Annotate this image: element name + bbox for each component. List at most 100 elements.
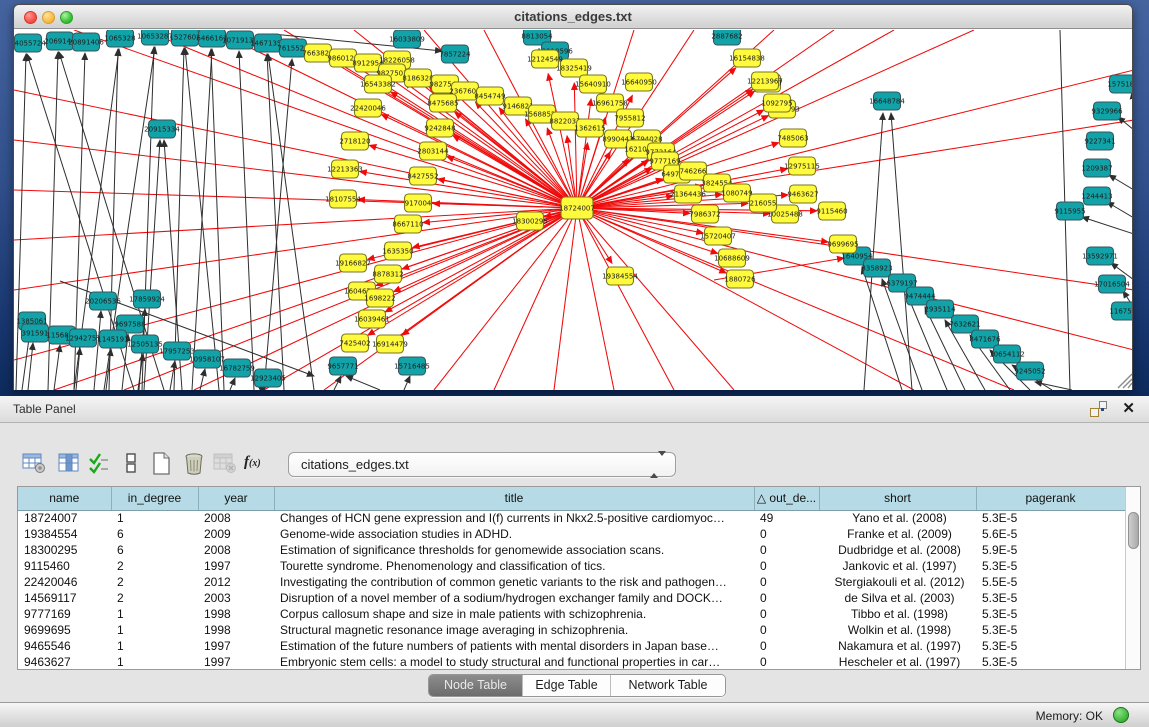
graph-node[interactable]: 8427552 xyxy=(407,167,438,185)
graph-edge[interactable] xyxy=(1035,382,1072,390)
graph-node[interactable]: 1167533 xyxy=(1109,302,1132,320)
graph-node[interactable]: 19166827 xyxy=(335,254,371,272)
graph-edge[interactable] xyxy=(577,208,1014,390)
graph-node[interactable]: 746266 xyxy=(680,162,707,180)
table-cell[interactable]: 1998 xyxy=(198,606,274,622)
column-header-year[interactable]: year xyxy=(198,487,274,510)
graph-node[interactable]: 22420046 xyxy=(350,99,386,117)
table-cell[interactable]: Disruption of a novel member of a sodium… xyxy=(274,590,754,606)
graph-node[interactable]: 7857224 xyxy=(439,45,471,63)
graph-node[interactable]: 9245052 xyxy=(1014,362,1045,380)
graph-edge[interactable] xyxy=(402,208,577,269)
graph-node[interactable]: 1575187 xyxy=(1107,75,1132,93)
graph-node[interactable]: 18724007 xyxy=(559,197,595,219)
table-cell[interactable]: 5.3E-5 xyxy=(976,654,1125,670)
graph-node[interactable]: 10654112 xyxy=(989,345,1025,363)
table-cell[interactable]: 9465546 xyxy=(18,638,111,654)
table-row[interactable]: 1872400712008Changes of HCN gene express… xyxy=(18,510,1125,526)
graph-node[interactable]: 17016504 xyxy=(1094,275,1130,293)
graph-node[interactable]: 13592971 xyxy=(1082,247,1118,265)
graph-node[interactable]: 16648784 xyxy=(869,92,905,110)
graph-node[interactable]: 2935114 xyxy=(924,300,956,318)
table-cell[interactable]: 19384554 xyxy=(18,526,111,542)
table-row[interactable]: 946554611997Estimation of the future num… xyxy=(18,638,1125,654)
table-select-dropdown[interactable]: citations_edges.txt xyxy=(288,452,676,477)
graph-node[interactable]: 7485063 xyxy=(777,129,808,147)
table-cell[interactable]: Yano et al. (2008) xyxy=(819,510,976,526)
row-height-button[interactable] xyxy=(118,452,146,478)
table-cell[interactable]: 6 xyxy=(111,526,198,542)
graph-node[interactable]: 391591 xyxy=(22,324,49,342)
table-cell[interactable]: 5.3E-5 xyxy=(976,638,1125,654)
table-row[interactable]: 911546021997Tourette syndrome. Phenomeno… xyxy=(18,558,1125,574)
graph-node[interactable]: 9463627 xyxy=(787,185,818,203)
table-cell[interactable]: 5.3E-5 xyxy=(976,510,1125,526)
graph-node[interactable]: 1145191 xyxy=(97,330,128,348)
graph-node[interactable]: 9227341 xyxy=(1084,132,1115,150)
graph-node[interactable]: 9242848 xyxy=(424,119,455,137)
graph-edge[interactable] xyxy=(577,99,591,208)
table-cell[interactable]: 2 xyxy=(111,574,198,590)
graph-node[interactable]: 12942757 xyxy=(65,329,101,347)
delete-column-button[interactable] xyxy=(180,452,208,478)
table-cell[interactable]: 5.9E-5 xyxy=(976,542,1125,558)
graph-node[interactable]: 9657771 xyxy=(327,357,358,375)
table-row[interactable]: 977716911998Corpus callosum shape and si… xyxy=(18,606,1125,622)
table-cell[interactable]: Tourette syndrome. Phenomenology and cla… xyxy=(274,558,754,574)
graph-node[interactable]: 9115460 xyxy=(816,202,847,220)
table-cell[interactable]: Hescheler et al. (1997) xyxy=(819,654,976,670)
graph-node[interactable]: 8667110 xyxy=(392,215,423,233)
graph-edge[interactable] xyxy=(1107,202,1132,218)
graph-node[interactable]: 17859924 xyxy=(129,290,165,308)
graph-node[interactable]: 2718120 xyxy=(339,132,370,150)
graph-node[interactable]: 10653287 xyxy=(137,30,173,45)
graph-edge[interactable] xyxy=(334,376,341,390)
table-cell[interactable]: 5.5E-5 xyxy=(976,574,1125,590)
graph-node[interactable]: 20206536 xyxy=(85,292,121,310)
scrollbar-thumb[interactable] xyxy=(1128,512,1139,549)
graph-node[interactable]: 15716485 xyxy=(394,357,430,375)
graph-edge[interactable] xyxy=(577,208,914,390)
table-cell[interactable]: Estimation of significance thresholds fo… xyxy=(274,542,754,558)
graph-node[interactable]: 1092795 xyxy=(761,94,792,112)
graph-node[interactable]: 12975115 xyxy=(784,157,820,175)
table-cell[interactable]: 1997 xyxy=(198,558,274,574)
graph-edge[interactable] xyxy=(554,208,577,390)
table-cell[interactable]: 5.3E-5 xyxy=(976,622,1125,638)
graph-edge[interactable] xyxy=(268,54,314,390)
table-cell[interactable]: 0 xyxy=(754,638,819,654)
graph-node[interactable]: 2887682 xyxy=(711,30,742,45)
graph-node[interactable]: 15720407 xyxy=(700,227,736,245)
table-cell[interactable]: 18300295 xyxy=(18,542,111,558)
tab-network-table[interactable]: Network Table xyxy=(610,675,725,696)
graph-node[interactable]: 16914479 xyxy=(372,335,408,353)
table-row[interactable]: 2242004622012Investigating the contribut… xyxy=(18,574,1125,590)
table-cell[interactable]: 1997 xyxy=(198,638,274,654)
network-canvas[interactable]: 1872400714055724206914020891406106532810… xyxy=(14,30,1132,390)
tab-edge-table[interactable]: Edge Table xyxy=(522,675,610,696)
table-cell[interactable]: 9699695 xyxy=(18,622,111,638)
graph-edge[interactable] xyxy=(28,343,33,390)
select-columns-button[interactable] xyxy=(85,452,113,478)
table-cell[interactable]: 2 xyxy=(111,590,198,606)
table-cell[interactable]: 5.6E-5 xyxy=(976,526,1125,542)
graph-edge[interactable] xyxy=(402,208,577,335)
table-cell[interactable]: 0 xyxy=(754,542,819,558)
graph-node[interactable]: 16039461 xyxy=(354,310,390,328)
table-cell[interactable]: Nakamura et al. (1997) xyxy=(819,638,976,654)
table-cell[interactable]: 9115460 xyxy=(18,558,111,574)
table-cell[interactable]: 2009 xyxy=(198,526,274,542)
graph-node[interactable]: 12923405 xyxy=(250,369,286,387)
table-cell[interactable]: 9463627 xyxy=(18,654,111,670)
table-cell[interactable]: 5.3E-5 xyxy=(976,558,1125,574)
table-cell[interactable]: 22420046 xyxy=(18,574,111,590)
graph-node[interactable]: 2803144 xyxy=(417,142,449,160)
table-row[interactable]: 1830029562008Estimation of significance … xyxy=(18,542,1125,558)
graph-edge[interactable] xyxy=(891,113,912,390)
graph-node[interactable]: 1209387 xyxy=(1081,159,1112,177)
graph-edge[interactable] xyxy=(239,51,254,390)
column-header-short[interactable]: short xyxy=(819,487,976,510)
graph-edge[interactable] xyxy=(346,376,380,390)
tab-node-table[interactable]: Node Table xyxy=(429,675,522,696)
table-cell[interactable]: Franke et al. (2009) xyxy=(819,526,976,542)
